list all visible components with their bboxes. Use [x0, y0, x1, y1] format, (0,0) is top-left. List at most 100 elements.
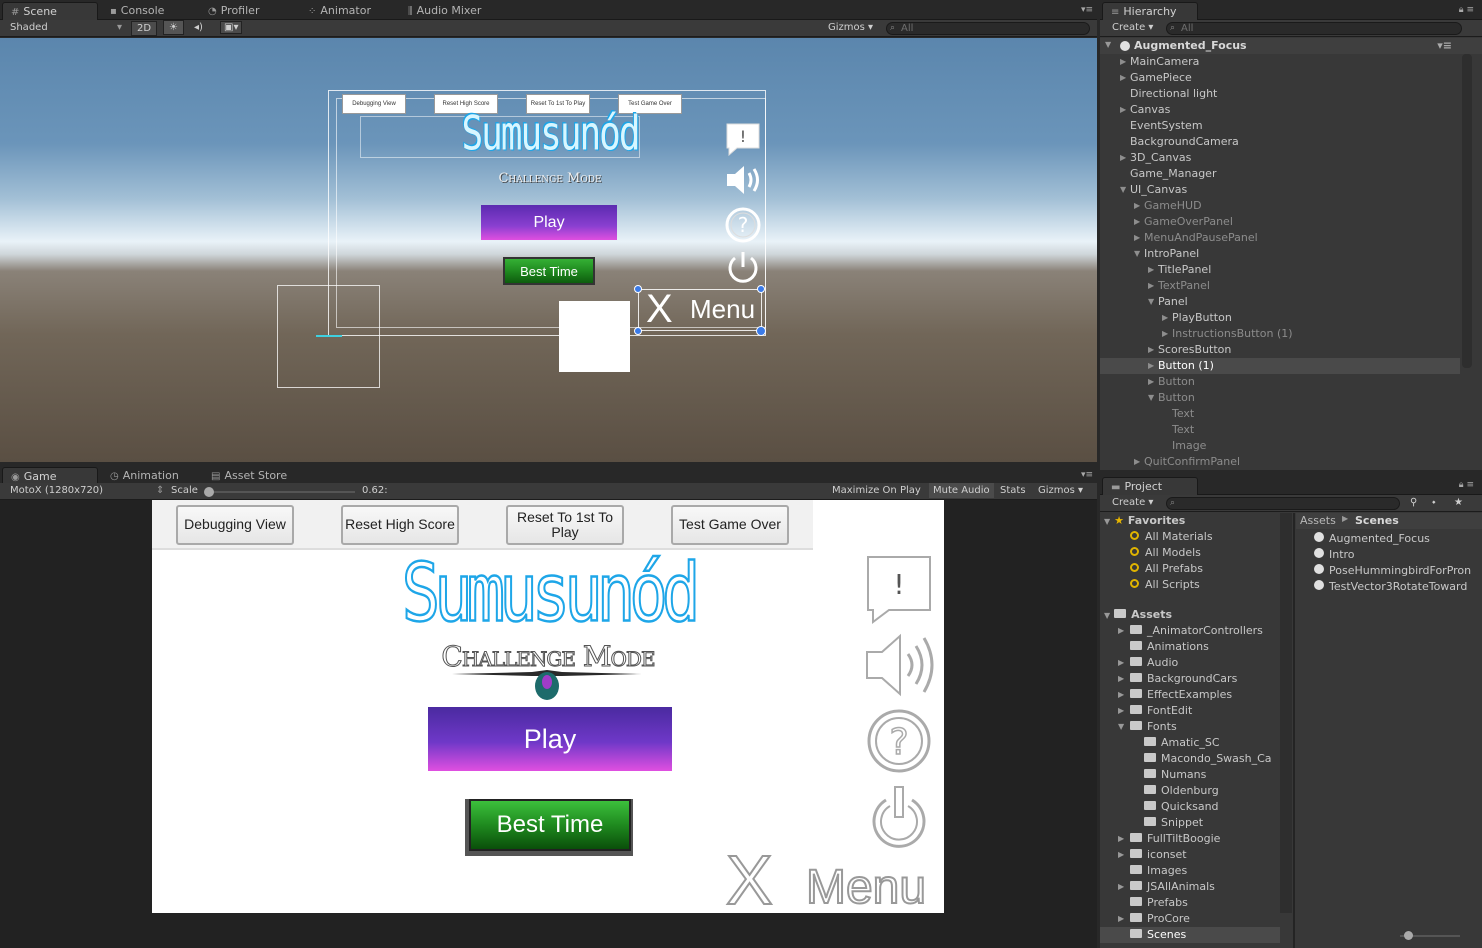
folder-item[interactable]: Snippet [1100, 815, 1280, 831]
power-icon[interactable] [866, 784, 932, 850]
filter-type-icon[interactable]: ⚲ [1410, 497, 1417, 508]
hierarchy-row[interactable]: ▼ UI_Canvas [1100, 182, 1460, 198]
play-button[interactable]: Play [428, 707, 672, 771]
hierarchy-row[interactable]: ▶ PlayButton [1100, 310, 1460, 326]
lock-icon[interactable]: 🔒︎ ≡ [1459, 5, 1474, 15]
test-game-over-button[interactable]: Test Game Over [671, 505, 789, 545]
chevron-right-icon[interactable]: ▶ [1162, 310, 1168, 326]
scene-debug-button-1[interactable]: Debugging View [342, 94, 406, 114]
tab-profiler[interactable]: ◔ Profiler [200, 2, 267, 20]
alert-icon[interactable]: ! [865, 554, 933, 624]
folder-item[interactable]: ▶ BackgroundCars [1100, 671, 1280, 687]
resize-handle[interactable] [757, 285, 765, 293]
chevron-right-icon[interactable]: ▶ [1148, 262, 1154, 278]
scene-search-input[interactable]: ⌕ All [886, 22, 1090, 35]
hierarchy-row[interactable]: Directional light [1100, 86, 1460, 102]
hierarchy-row[interactable]: ▶ TitlePanel [1100, 262, 1460, 278]
project-create-dropdown[interactable]: Create ▾ [1112, 497, 1153, 508]
maximize-on-play-toggle[interactable]: Maximize On Play [832, 485, 921, 496]
pane-divider[interactable] [1293, 513, 1295, 948]
chevron-down-icon[interactable]: ▼ [1120, 182, 1126, 198]
chevron-right-icon[interactable]: ▶ [1118, 703, 1124, 719]
help-icon[interactable]: ? [724, 206, 762, 244]
stats-toggle[interactable]: Stats [1000, 485, 1026, 496]
hierarchy-row[interactable]: ▶ MainCamera [1100, 54, 1460, 70]
best-time-button[interactable]: Best Time [469, 799, 631, 851]
favorite-item[interactable]: All Prefabs [1130, 561, 1203, 577]
tab-console[interactable]: ▪ Console [102, 2, 172, 20]
menu-icon[interactable]: ▾≡ [1437, 39, 1452, 52]
resize-handle[interactable] [634, 285, 642, 293]
chevron-right-icon[interactable]: ▶ [1120, 70, 1126, 86]
tab-scene[interactable]: # Scene [2, 2, 98, 20]
hierarchy-row[interactable]: ▶ Button (1) [1100, 358, 1460, 374]
favorite-item[interactable]: All Models [1130, 545, 1201, 561]
folder-item[interactable]: ▶ _AnimatorControllers [1100, 623, 1280, 639]
folder-item[interactable]: Prefabs [1100, 895, 1280, 911]
chevron-right-icon[interactable]: ▶ [1134, 214, 1140, 230]
help-icon[interactable]: ? [866, 708, 932, 774]
chevron-right-icon[interactable]: ▶ [1118, 655, 1124, 671]
hierarchy-row[interactable]: ▶ QuitConfirmPanel [1100, 454, 1460, 470]
mute-audio-toggle[interactable]: Mute Audio [929, 483, 994, 498]
hierarchy-row[interactable]: ▶ MenuAndPausePanel [1100, 230, 1460, 246]
hierarchy-create-dropdown[interactable]: Create ▾ [1112, 22, 1153, 33]
folder-item[interactable]: ▶ Audio [1100, 655, 1280, 671]
breadcrumb-assets[interactable]: Assets [1300, 514, 1336, 527]
sound-icon[interactable] [864, 630, 938, 700]
favorite-star-icon[interactable]: ★ [1454, 497, 1463, 508]
resolution-dropdown[interactable]: MotoX (1280x720) [10, 485, 103, 496]
filter-label-icon[interactable]: ⬩ [1432, 497, 1436, 508]
scene-file[interactable]: TestVector3RotateToward [1314, 579, 1478, 595]
chevron-right-icon[interactable]: ▶ [1134, 454, 1140, 470]
chevron-right-icon[interactable]: ▶ [1120, 150, 1126, 166]
hierarchy-row[interactable]: ▶ Canvas [1100, 102, 1460, 118]
scene-file[interactable]: Augmented_Focus [1314, 531, 1478, 547]
hierarchy-row[interactable]: ▼ IntroPanel [1100, 246, 1460, 262]
effects-toggle-icon[interactable]: ▣▾ [220, 21, 243, 34]
hierarchy-row[interactable]: Text [1100, 422, 1460, 438]
panel-menu-icon[interactable]: ▾≡ [1081, 470, 1093, 480]
folder-item[interactable]: ▶ iconset [1100, 847, 1280, 863]
icon-size-slider-thumb[interactable] [1404, 931, 1413, 940]
folder-item[interactable]: ▼ Fonts [1100, 719, 1280, 735]
folder-item[interactable]: Quicksand [1100, 799, 1280, 815]
folder-item[interactable]: ▶ FontEdit [1100, 703, 1280, 719]
scale-slider-thumb[interactable] [204, 487, 214, 497]
scene-viewport[interactable]: Debugging View Reset High Score Reset To… [0, 38, 1097, 462]
chevron-down-icon[interactable]: ▼ [1148, 390, 1154, 406]
hierarchy-row[interactable]: ▼ Panel [1100, 294, 1460, 310]
folder-item[interactable]: Numans [1100, 767, 1280, 783]
folder-item[interactable]: Amatic_SC [1100, 735, 1280, 751]
favorite-item[interactable]: All Materials [1130, 529, 1213, 545]
debugging-view-button[interactable]: Debugging View [176, 505, 294, 545]
tab-audio-mixer[interactable]: ⫼ Audio Mixer [400, 2, 489, 20]
chevron-right-icon[interactable]: ▶ [1118, 911, 1124, 927]
scene-header[interactable]: ▼ Augmented_Focus ▾≡ [1100, 38, 1482, 54]
tab-animator[interactable]: ⁘ Animator [300, 2, 379, 20]
hierarchy-row[interactable]: ▶ InstructionsButton (1) [1100, 326, 1460, 342]
sound-icon[interactable] [724, 162, 764, 198]
folder-item[interactable]: Animations [1100, 639, 1280, 655]
chevron-right-icon[interactable]: ▶ [1148, 374, 1154, 390]
chevron-down-icon[interactable]: ▼ [1118, 719, 1124, 735]
assets-header[interactable]: ▼ Assets [1104, 607, 1172, 623]
hierarchy-row[interactable]: ▶ GameHUD [1100, 198, 1460, 214]
chevron-right-icon[interactable]: ▶ [1120, 102, 1126, 118]
hierarchy-row[interactable]: EventSystem [1100, 118, 1460, 134]
hierarchy-row[interactable]: Image [1100, 438, 1460, 454]
chevron-right-icon[interactable]: ▶ [1118, 879, 1124, 895]
scene-file[interactable]: Intro [1314, 547, 1478, 563]
folder-item[interactable]: ▶ ProCore [1100, 911, 1280, 927]
hierarchy-row[interactable]: Text [1100, 406, 1460, 422]
chevron-right-icon[interactable]: ▶ [1118, 831, 1124, 847]
favorites-header[interactable]: ▼ ★ Favorites [1104, 513, 1185, 529]
hierarchy-row[interactable]: ▶ TextPanel [1100, 278, 1460, 294]
hierarchy-row[interactable]: ▼ Button [1100, 390, 1460, 406]
power-icon[interactable] [724, 248, 762, 286]
scene-file[interactable]: PoseHummingbirdForPron [1314, 563, 1478, 579]
menu-x-glyph[interactable]: X [725, 844, 774, 913]
chevron-right-icon[interactable]: ▶ [1148, 342, 1154, 358]
panel-menu-icon[interactable]: ▾≡ [1081, 5, 1093, 15]
resize-handle[interactable] [634, 327, 642, 335]
